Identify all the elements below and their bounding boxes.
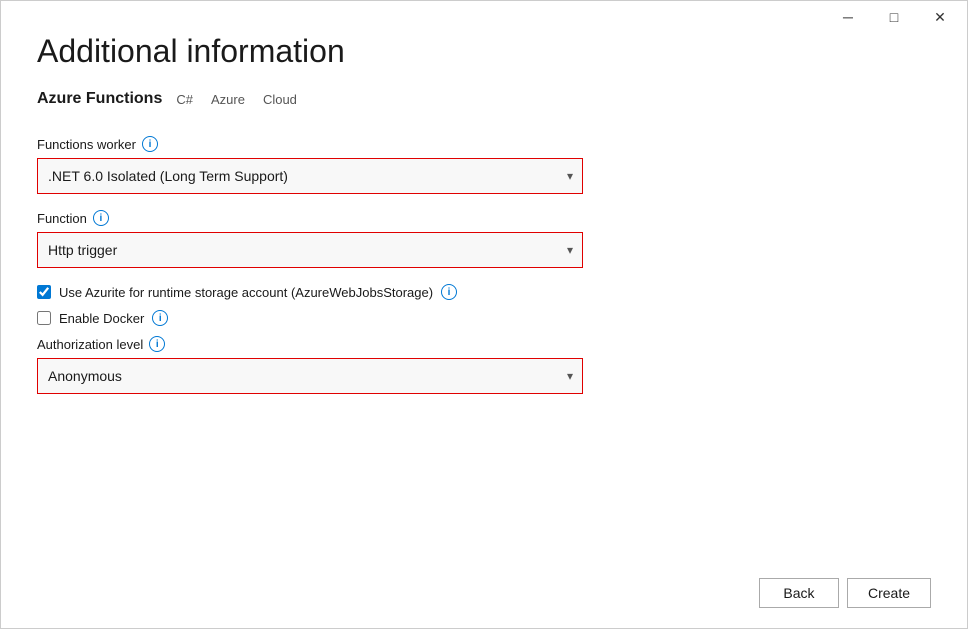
enable-docker-label: Enable Docker [59,311,144,326]
tag-cloud: Cloud [259,92,301,107]
functions-worker-select[interactable]: .NET 6.0 Isolated (Long Term Support) .N… [37,158,583,194]
authorization-level-info-icon[interactable]: i [149,336,165,352]
back-button[interactable]: Back [759,578,839,608]
authorization-level-select-wrapper: Anonymous Function Admin ▾ [37,358,583,394]
subtitle-row: Azure Functions C# Azure Cloud [37,90,931,108]
close-button[interactable]: ✕ [917,1,963,33]
minimize-button[interactable]: ─ [825,1,871,33]
create-button[interactable]: Create [847,578,931,608]
enable-docker-checkbox[interactable] [37,311,51,325]
functions-worker-select-wrapper: .NET 6.0 Isolated (Long Term Support) .N… [37,158,583,194]
tag-csharp: C# [172,92,197,107]
functions-worker-label: Functions worker i [37,136,931,152]
authorization-level-label: Authorization level i [37,336,931,352]
maximize-button[interactable]: □ [871,1,917,33]
function-group: Function i Http trigger Timer trigger Bl… [37,210,931,268]
functions-worker-info-icon[interactable]: i [142,136,158,152]
main-content: Additional information Azure Functions C… [1,1,967,434]
authorization-level-group: Authorization level i Anonymous Function… [37,336,931,394]
authorization-level-select[interactable]: Anonymous Function Admin [37,358,583,394]
use-azurite-checkbox[interactable] [37,285,51,299]
page-title: Additional information [37,33,931,70]
dialog-window: ─ □ ✕ Additional information Azure Funct… [0,0,968,629]
subtitle-main: Azure Functions [37,90,162,108]
function-select[interactable]: Http trigger Timer trigger Blob trigger [37,232,583,268]
use-azurite-label: Use Azurite for runtime storage account … [59,285,433,300]
function-select-wrapper: Http trigger Timer trigger Blob trigger … [37,232,583,268]
enable-docker-info-icon[interactable]: i [152,310,168,326]
use-azurite-info-icon[interactable]: i [441,284,457,300]
function-info-icon[interactable]: i [93,210,109,226]
functions-worker-group: Functions worker i .NET 6.0 Isolated (Lo… [37,136,931,194]
footer-buttons: Back Create [759,578,931,608]
title-bar: ─ □ ✕ [825,1,967,33]
tag-azure: Azure [207,92,249,107]
enable-docker-row: Enable Docker i [37,310,931,326]
use-azurite-row: Use Azurite for runtime storage account … [37,284,931,300]
function-label: Function i [37,210,931,226]
